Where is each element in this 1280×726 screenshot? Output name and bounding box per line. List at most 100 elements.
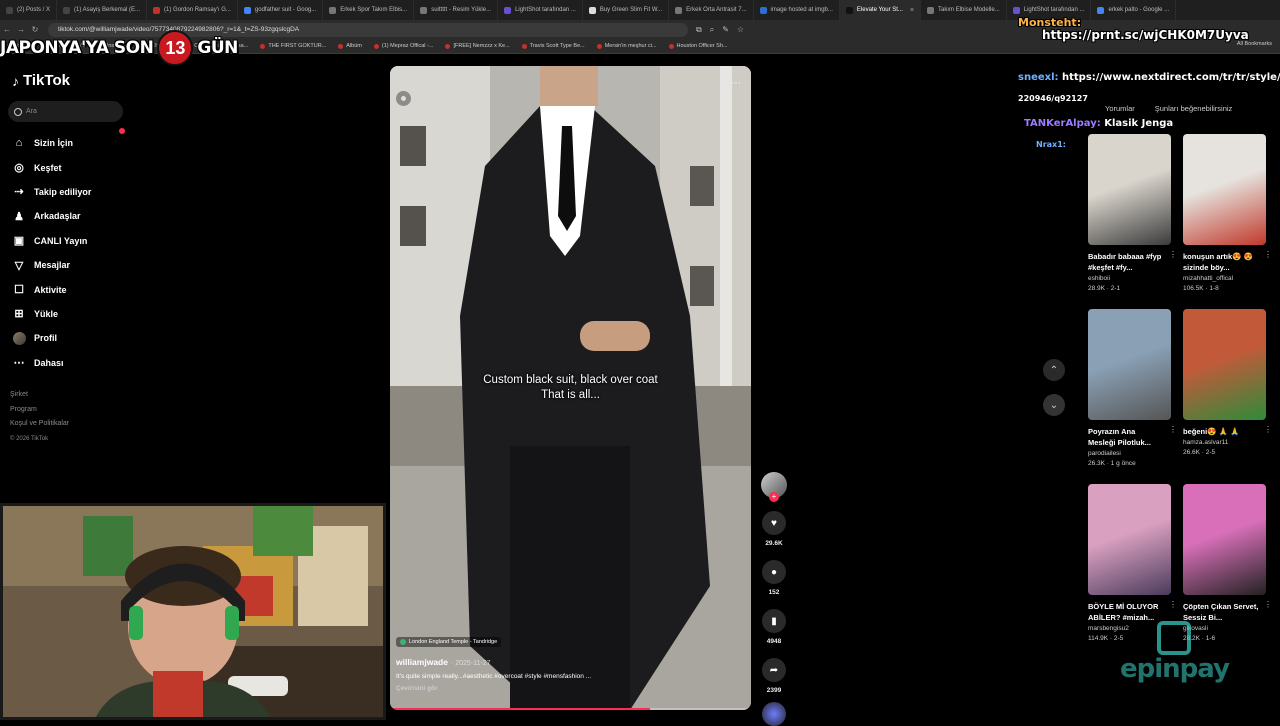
tab-comments[interactable]: Yorumlar [1105,104,1135,113]
footer-program[interactable]: Program [10,403,69,418]
card-more-icon[interactable]: ⋮ [1169,250,1177,259]
card-more-icon[interactable]: ⋮ [1169,425,1177,434]
comment-action[interactable]: ● 152 [761,560,787,596]
browser-tab[interactable]: Buy Green Slim Fit W... [583,0,670,20]
video-author[interactable]: williamjwade · 2025-11-27 [396,657,736,667]
share-action[interactable]: ➦ 2399 [761,658,787,694]
card-more-icon[interactable]: ⋮ [1264,425,1272,434]
browser-tab[interactable]: Elevate Your St... × [839,0,922,20]
bookmark-item[interactable]: Mersin'in meşhur ci... [591,43,663,49]
card-author[interactable]: eshiboii [1088,275,1171,282]
next-video-button[interactable]: ⌄ [1043,394,1065,416]
bookmark-item[interactable]: Albüm [332,43,368,49]
profile-icon [12,331,26,345]
tiktok-logo[interactable]: ♪ TikTok [12,72,70,89]
zoom-icon[interactable]: ⌕ [710,25,714,35]
bookmark-item[interactable]: THE FIRST GOKTUR... [254,43,332,49]
video-card[interactable]: ⋮ Poyrazın Ana Mesleği Pilotluk... parodia… [1088,309,1177,467]
video-thumbnail[interactable] [1183,309,1266,420]
video-thumbnail[interactable] [1183,484,1266,595]
tab-you-may-like[interactable]: Şunları beğenebilirsiniz [1155,104,1233,113]
comment-icon[interactable]: ● [762,560,786,584]
card-more-icon[interactable]: ⋮ [1264,600,1272,609]
extension-icon[interactable]: ✎ [722,25,729,35]
browser-tab[interactable]: Erkek Spor Takım Elbis... [323,0,415,20]
author-name[interactable]: williamjwade [396,657,448,667]
more-options-icon[interactable]: ⋯ [731,78,741,89]
card-title[interactable]: Babadır babaaa #fyp #keşfet #fy... [1088,251,1164,273]
browser-tab[interactable]: image hosted at imgb... [754,0,840,20]
sidebar-item-profile[interactable]: Profil [12,326,122,350]
video-thumbnail[interactable] [1088,484,1171,595]
browser-tab[interactable]: (2) Posts / X [0,0,58,20]
bookmark-item[interactable]: Travis Scott Type Be... [516,43,591,49]
follow-plus-icon[interactable]: + [769,492,779,502]
card-more-icon[interactable]: ⋮ [1169,600,1177,609]
video-thumbnail[interactable] [1183,134,1266,245]
bookmark-item[interactable]: [FREE] Nemzzz x Ke... [439,43,515,49]
sidebar-item-home[interactable]: ⌂ Sizin İçin [12,131,122,155]
video-player[interactable]: ⋯ Custom black suit, black over coat Tha… [390,66,751,710]
sidebar-item-compass[interactable]: ◎ Keşfet [12,155,122,179]
save-action[interactable]: ▮ 4948 [761,609,787,645]
card-author[interactable]: mizahhatti_offical [1183,275,1266,282]
bookmark-item[interactable]: Houston Officer Sh... [663,43,734,49]
sidebar-item-messages[interactable]: ▽ Mesajlar [12,253,122,277]
sidebar-item-activity[interactable]: ☐ Aktivite [12,128,125,301]
footer-terms[interactable]: Koşul ve Politikalar [10,417,69,432]
search-icon [14,107,22,116]
location-tag[interactable]: London England Temple - Tandridge [396,637,502,647]
sidebar-item-friends[interactable]: ♟ Arkadaşlar [12,204,122,228]
cast-icon[interactable]: ⧉ [696,25,702,35]
browser-tab[interactable]: Takım Elbise Modelle... [921,0,1007,20]
like-action[interactable]: ♥ 29.6K [761,511,787,547]
music-disc-icon[interactable] [762,702,786,726]
search-input[interactable]: Ara [8,101,123,122]
video-card[interactable]: ⋮ Çöpten Çıkan Servet, Sessiz Bi... gikova… [1183,484,1272,642]
card-title[interactable]: konuşun artık😍 😍 sizinde böy... [1183,251,1259,273]
video-card[interactable]: ⋮ beğeni😍 🙏 🙏 hamza.aslvar11 26.6K · 2-5 [1183,309,1272,456]
browser-tab[interactable]: erkek palto - Google ... [1091,0,1177,20]
video-card[interactable]: ⋮ BÖYLE Mİ OLUYOR ABİLER? #mizah... marsbe… [1088,484,1177,642]
sidebar-item-upload[interactable]: ⊞ Yükle [12,302,122,326]
browser-tab[interactable]: LightShot tarafından ... [498,0,583,20]
bookmark-item[interactable]: (1) Mepraz Offical -... [368,43,440,49]
card-title[interactable]: Çöpten Çıkan Servet, Sessiz Bi... [1183,601,1259,623]
card-title[interactable]: beğeni😍 🙏 🙏 [1183,426,1259,437]
browser-tab[interactable]: (1) Asayiş Berkemal (E... [57,0,148,20]
card-author[interactable]: gikovasli [1183,625,1266,632]
card-title[interactable]: BÖYLE Mİ OLUYOR ABİLER? #mizah... [1088,601,1164,623]
following-icon: ⇢ [14,186,24,199]
bookmark-star-icon[interactable]: ☆ [737,25,744,35]
video-description[interactable]: It's quite simple really...#aesthetic #o… [396,673,736,680]
translate-link[interactable]: Çevirisini gör [396,685,736,692]
previous-video-button[interactable]: ⌃ [1043,359,1065,381]
sidebar-item-live[interactable]: ▣ CANLI Yayın [12,229,122,253]
close-tab-icon[interactable]: × [910,7,914,14]
browser-tab[interactable]: suittttt - Resim Yükle... [414,0,499,20]
footer-company[interactable]: Şirket [10,388,69,403]
card-author[interactable]: hamza.aslvar11 [1183,439,1266,446]
creator-avatar[interactable]: + [761,472,787,502]
tab-favicon-icon [329,6,337,14]
video-thumbnail[interactable] [1088,134,1171,245]
chat-message: https://prnt.sc/wjCHK0M7Uyva [1042,28,1249,42]
mute-toggle[interactable] [396,91,411,106]
tab-favicon-icon [927,6,935,14]
video-progress-bar[interactable] [390,708,751,710]
share-icon[interactable]: ➦ [762,658,786,682]
bookmark-icon[interactable]: ▮ [762,609,786,633]
card-title[interactable]: Poyrazın Ana Mesleği Pilotluk... [1088,426,1164,448]
heart-icon[interactable]: ♥ [762,511,786,535]
video-thumbnail[interactable] [1088,309,1171,420]
sidebar-item-following[interactable]: ⇢ Takip ediliyor [12,180,122,204]
card-more-icon[interactable]: ⋮ [1264,250,1272,259]
browser-tab[interactable]: (1) Gordon Ramsay'ı G... [147,0,238,20]
sidebar-item-more[interactable]: ⋯ Dahası [12,351,122,375]
card-author[interactable]: parodiailesi [1088,450,1171,457]
epinpay-logo-icon [1157,621,1191,655]
browser-tab[interactable]: godfather suit - Goog... [238,0,324,20]
video-card[interactable]: ⋮ Babadır babaaa #fyp #keşfet #fy... eshib… [1088,134,1177,292]
browser-tab[interactable]: Erkek Orta Antrasit 7... [669,0,754,20]
video-card[interactable]: ⋮ konuşun artık😍 😍 sizinde böy... mizahhat… [1183,134,1272,292]
